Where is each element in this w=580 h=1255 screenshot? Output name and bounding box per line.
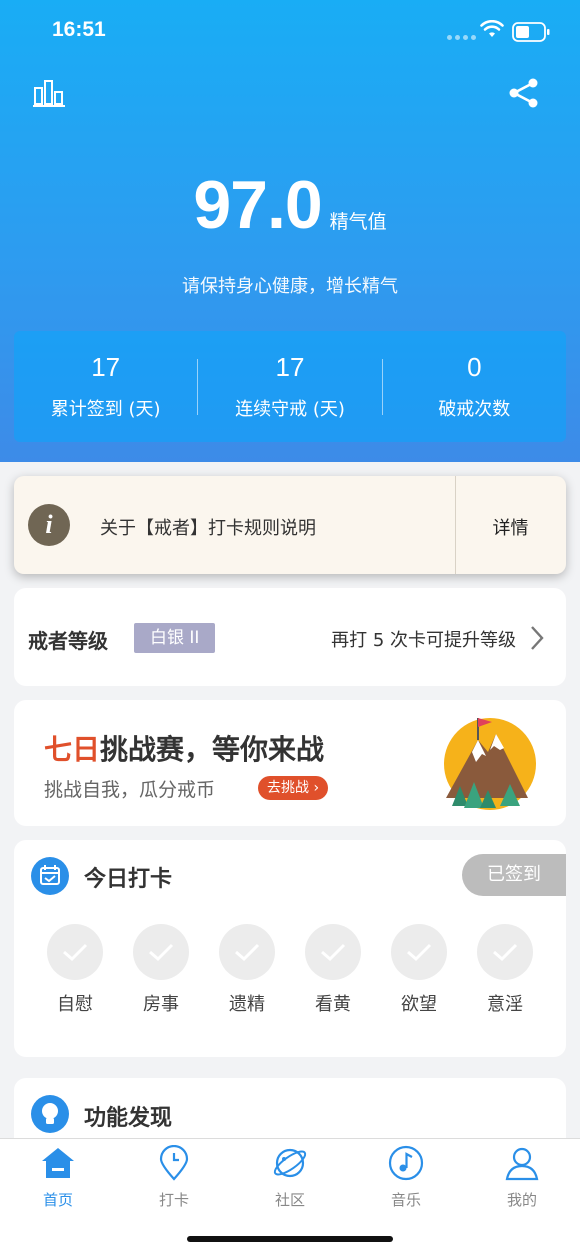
challenge-banner[interactable]: 七日挑战赛，等你来战 挑战自我，瓜分戒币 去挑战 › [14, 700, 566, 826]
music-note-icon [388, 1145, 424, 1181]
stat-total-checkins: 17 累计签到 (天) [14, 352, 197, 421]
stat-label: 累计签到 (天) [50, 399, 161, 420]
checkin-item-label: 房事 [143, 994, 179, 1015]
level-title: 戒者等级 [28, 629, 108, 653]
mountain-flag-icon [444, 718, 536, 810]
checkin-item[interactable]: 遗精 [218, 924, 276, 1016]
tab-label: 首页 [42, 1191, 73, 1209]
tab-community[interactable]: 社区 [232, 1145, 348, 1210]
check-icon [305, 924, 361, 980]
stat-value: 17 [91, 352, 121, 382]
tab-label: 社区 [274, 1191, 305, 1209]
go-challenge-button[interactable]: 去挑战 › [258, 776, 329, 800]
signal-icon [447, 35, 476, 40]
stat-label: 破戒次数 [438, 399, 511, 420]
battery-icon [512, 22, 550, 42]
checkin-title: 今日打卡 [84, 867, 173, 892]
tab-checkin[interactable]: 打卡 [116, 1144, 232, 1210]
planet-icon [273, 1148, 307, 1178]
tab-profile[interactable]: 我的 [464, 1145, 580, 1210]
notice-text: 关于【戒者】打卡规则说明 [100, 518, 316, 539]
share-icon[interactable] [507, 76, 541, 110]
calendar-icon [31, 857, 69, 895]
tab-home[interactable]: 首页 [0, 1145, 116, 1210]
checkin-item-label: 欲望 [401, 994, 437, 1015]
challenge-subtitle: 挑战自我，瓜分戒币 [44, 779, 216, 801]
check-icon [477, 924, 533, 980]
lightbulb-icon [31, 1095, 69, 1133]
check-icon [219, 924, 275, 980]
checkin-item-label: 意淫 [487, 994, 523, 1015]
level-card[interactable]: 戒者等级 白银 II 再打 5 次卡可提升等级 [14, 588, 566, 686]
home-icon [42, 1148, 74, 1178]
daily-checkin-card: 今日打卡 已签到 自慰 房事 遗精 看黄 欲望 意淫 [14, 840, 566, 1057]
stat-relapses: 0 破戒次数 [383, 352, 566, 421]
wifi-icon [480, 20, 504, 37]
vitality-score: 97.0 精气值 [0, 166, 580, 244]
user-icon [505, 1147, 539, 1181]
level-upgrade-hint: 再打 5 次卡可提升等级 [331, 630, 516, 651]
status-bar: 16:51 [0, 0, 580, 60]
check-icon [133, 924, 189, 980]
vitality-unit: 精气值 [329, 211, 387, 233]
checkin-items: 自慰 房事 遗精 看黄 欲望 意淫 [30, 924, 550, 1016]
checkin-item[interactable]: 欲望 [390, 924, 448, 1016]
tab-label: 我的 [506, 1191, 537, 1209]
tab-label: 音乐 [390, 1191, 421, 1209]
checkin-item-label: 遗精 [229, 994, 265, 1015]
checkin-item[interactable]: 看黄 [304, 924, 362, 1016]
details-button[interactable]: 详情 [455, 514, 566, 540]
checkin-item[interactable]: 自慰 [46, 924, 104, 1016]
stat-value: 0 [467, 352, 482, 382]
info-icon: i [28, 504, 70, 546]
checkin-item-label: 自慰 [57, 994, 93, 1015]
challenge-title-highlight: 七日 [44, 733, 101, 766]
home-indicator[interactable] [187, 1236, 393, 1242]
chevron-right-icon [531, 626, 544, 650]
challenge-title-rest: 挑战赛，等你来战 [100, 733, 325, 766]
stats-chart-icon[interactable] [32, 78, 66, 112]
status-time: 16:51 [52, 18, 106, 41]
stat-label: 连续守戒 (天) [235, 399, 345, 420]
challenge-title: 七日挑战赛，等你来战 [44, 728, 324, 768]
checkin-item-label: 看黄 [315, 994, 351, 1015]
rules-notice-card[interactable]: i 关于【戒者】打卡规则说明 详情 [14, 476, 566, 574]
tab-label: 打卡 [158, 1191, 189, 1209]
tab-music[interactable]: 音乐 [348, 1145, 464, 1210]
vitality-value: 97.0 [193, 167, 322, 243]
check-icon [47, 924, 103, 980]
feature-title: 功能发现 [84, 1106, 173, 1131]
checked-in-badge[interactable]: 已签到 [462, 854, 566, 896]
stat-streak: 17 连续守戒 (天) [198, 352, 381, 421]
location-pin-icon [159, 1144, 189, 1181]
checkin-item[interactable]: 房事 [132, 924, 190, 1016]
stats-panel: 17 累计签到 (天) 17 连续守戒 (天) 0 破戒次数 [14, 331, 566, 442]
stat-value: 17 [275, 352, 305, 382]
check-icon [391, 924, 447, 980]
level-badge: 白银 II [134, 623, 216, 653]
motto-text: 请保持身心健康，增长精气 [182, 276, 398, 297]
go-challenge-label: 去挑战 [267, 780, 309, 796]
checkin-item[interactable]: 意淫 [476, 924, 534, 1016]
